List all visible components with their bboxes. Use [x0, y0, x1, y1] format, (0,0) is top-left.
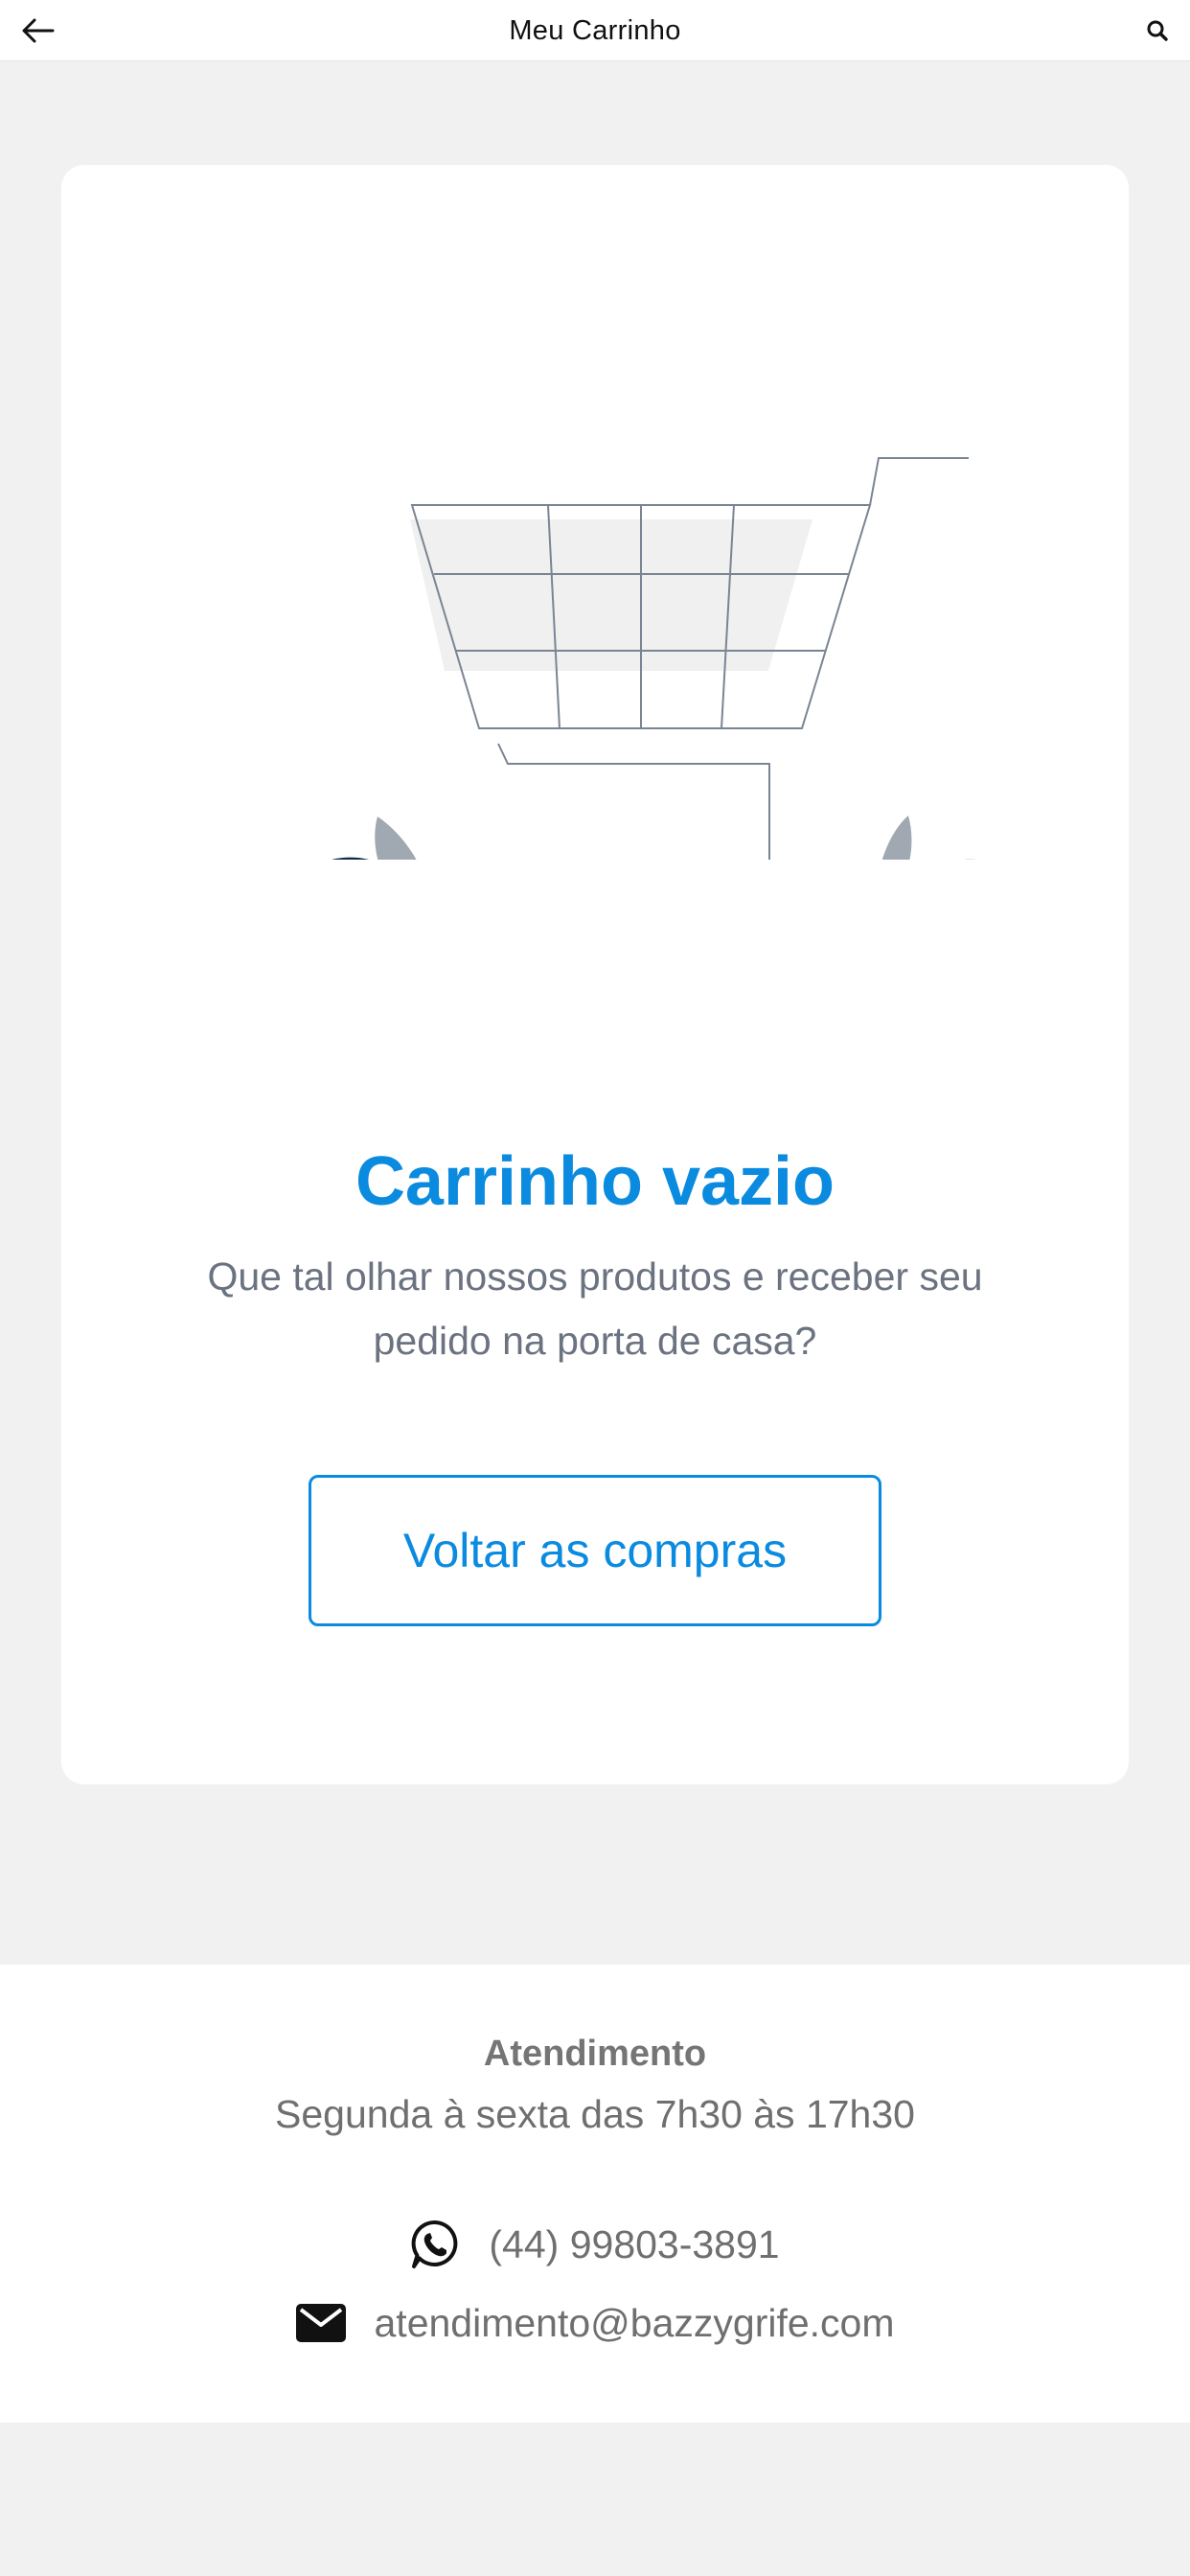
empty-cart-card: Carrinho vazio Que tal olhar nossos prod… — [61, 165, 1129, 1784]
empty-cart-title: Carrinho vazio — [355, 1143, 835, 1220]
whatsapp-icon — [410, 2220, 460, 2269]
top-app-bar: Meu Carrinho — [0, 0, 1190, 61]
email-contact-link[interactable]: atendimento@bazzygrife.com — [0, 2294, 1190, 2352]
search-button[interactable] — [1138, 12, 1177, 50]
empty-shopping-cart-illustration — [332, 457, 975, 860]
support-footer: Atendimento Segunda à sexta das 7h30 às … — [0, 1965, 1190, 2423]
phone-number: (44) 99803-3891 — [489, 2221, 780, 2266]
envelope-icon — [295, 2304, 346, 2342]
email-address: atendimento@bazzygrife.com — [374, 2300, 895, 2345]
search-icon — [1147, 20, 1168, 41]
support-heading: Atendimento — [483, 2034, 707, 2074]
empty-cart-subtitle: Que tal olhar nossos produtos e receber … — [207, 1254, 983, 1363]
whatsapp-contact-link[interactable]: (44) 99803-3891 — [0, 2216, 1190, 2273]
back-to-shopping-button[interactable]: Voltar as compras — [309, 1475, 881, 1626]
support-hours: Segunda à sexta das 7h30 às 17h30 — [275, 2092, 915, 2136]
page-title: Meu Carrinho — [509, 15, 681, 46]
